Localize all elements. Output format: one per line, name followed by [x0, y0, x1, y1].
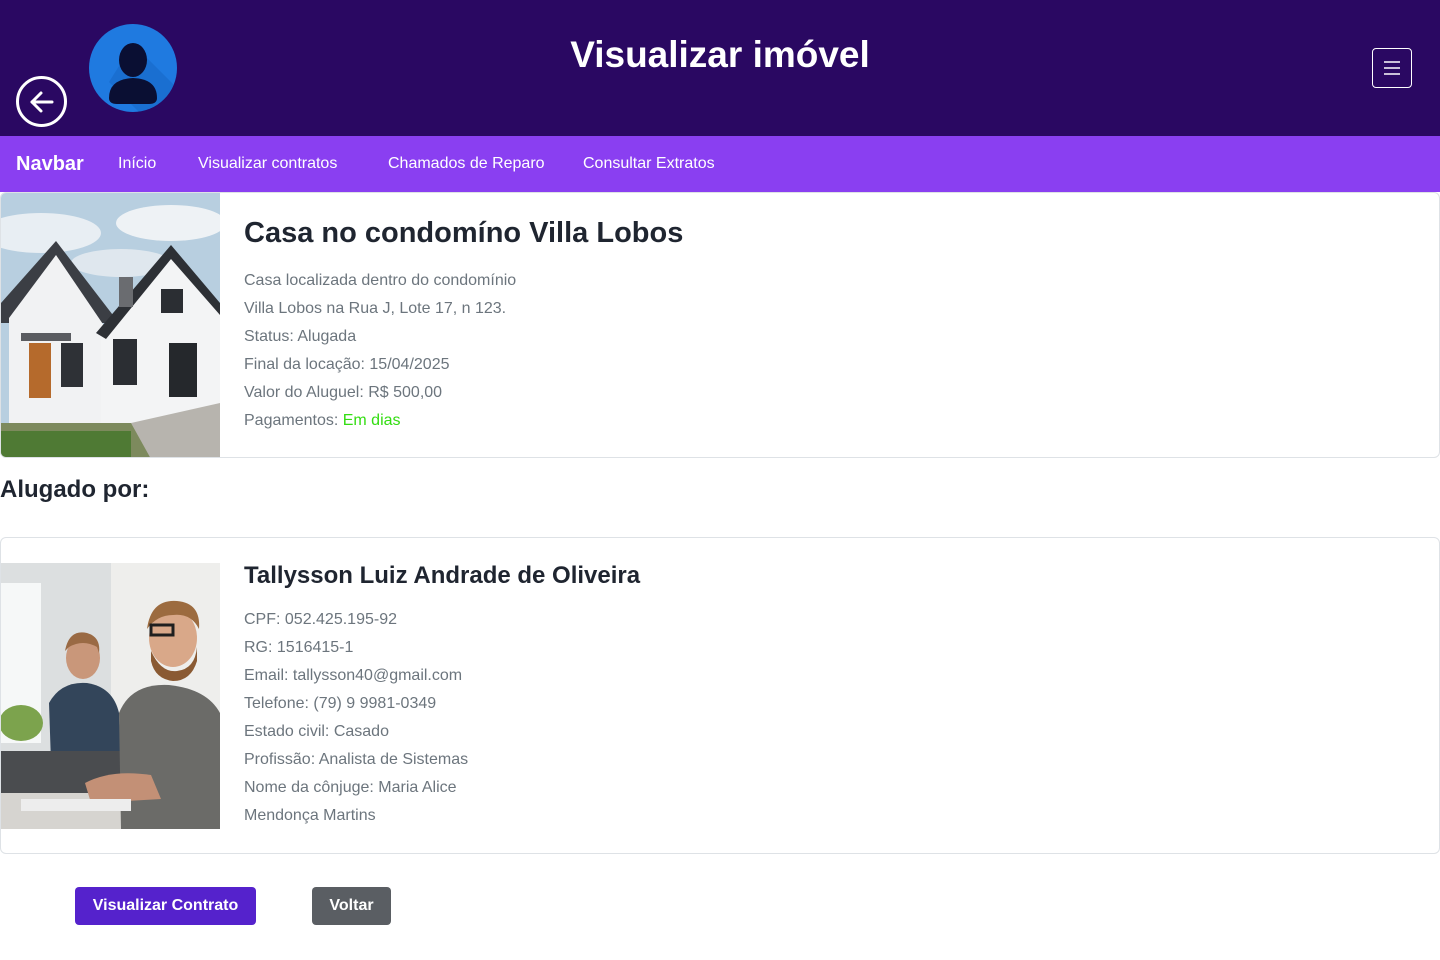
view-contract-button[interactable]: Visualizar Contrato — [75, 887, 256, 925]
tenant-card: Tallysson Luiz Andrade de Oliveira CPF: … — [0, 537, 1440, 854]
back-button[interactable] — [16, 76, 67, 127]
property-lease-end: Final da locação: 15/04/2025 — [244, 356, 450, 373]
property-photo — [1, 193, 220, 457]
property-title: Casa no condomíno Villa Lobos — [244, 217, 684, 249]
tenant-spouse-line-2: Mendonça Martins — [244, 807, 376, 824]
payments-status-value: Em dias — [342, 412, 401, 429]
tenant-spouse-line-1: Nome da cônjuge: Maria Alice — [244, 779, 457, 796]
property-description-line-2: Villa Lobos na Rua J, Lote 17, n 123. — [244, 300, 507, 317]
property-description-line-1: Casa localizada dentro do condomínio — [244, 272, 517, 289]
property-status: Status: Alugada — [244, 328, 357, 345]
tenant-profession: Profissão: Analista de Sistemas — [244, 751, 469, 768]
nav-link-inicio[interactable]: Início — [118, 155, 156, 173]
nav-link-consultar-extratos[interactable]: Consultar Extratos — [583, 155, 715, 173]
menu-toggle-button[interactable] — [1372, 48, 1412, 88]
hamburger-menu-icon — [1384, 61, 1400, 75]
property-card: Casa no condomíno Villa Lobos Casa local… — [0, 192, 1440, 458]
tenant-phone: Telefone: (79) 9 9981-0349 — [244, 695, 437, 712]
tenant-rg: RG: 1516415-1 — [244, 639, 354, 656]
tenant-photo — [1, 563, 220, 829]
back-text-button[interactable]: Voltar — [312, 887, 391, 925]
navbar-brand[interactable]: Navbar — [16, 153, 84, 176]
tenant-cpf: CPF: 052.425.195-92 — [244, 611, 397, 628]
tenant-email: Email: tallysson40@gmail.com — [244, 667, 463, 684]
app-header: Visualizar imóvel — [0, 0, 1440, 136]
property-payments: Pagamentos: Em dias — [244, 412, 401, 430]
payments-label: Pagamentos: — [244, 412, 343, 429]
rented-by-heading: Alugado por: — [0, 476, 150, 503]
property-rent: Valor do Aluguel: R$ 500,00 — [244, 384, 443, 401]
nav-link-visualizar-contratos[interactable]: Visualizar contratos — [198, 155, 337, 173]
page-title: Visualizar imóvel — [570, 34, 870, 75]
tenant-name: Tallysson Luiz Andrade de Oliveira — [244, 562, 641, 589]
arrow-left-circle-icon — [30, 91, 53, 112]
nav-link-chamados-de-reparo[interactable]: Chamados de Reparo — [388, 155, 545, 173]
tenant-marital-status: Estado civil: Casado — [244, 723, 389, 740]
main-navbar: Navbar Início Visualizar contratos Chama… — [0, 136, 1440, 192]
